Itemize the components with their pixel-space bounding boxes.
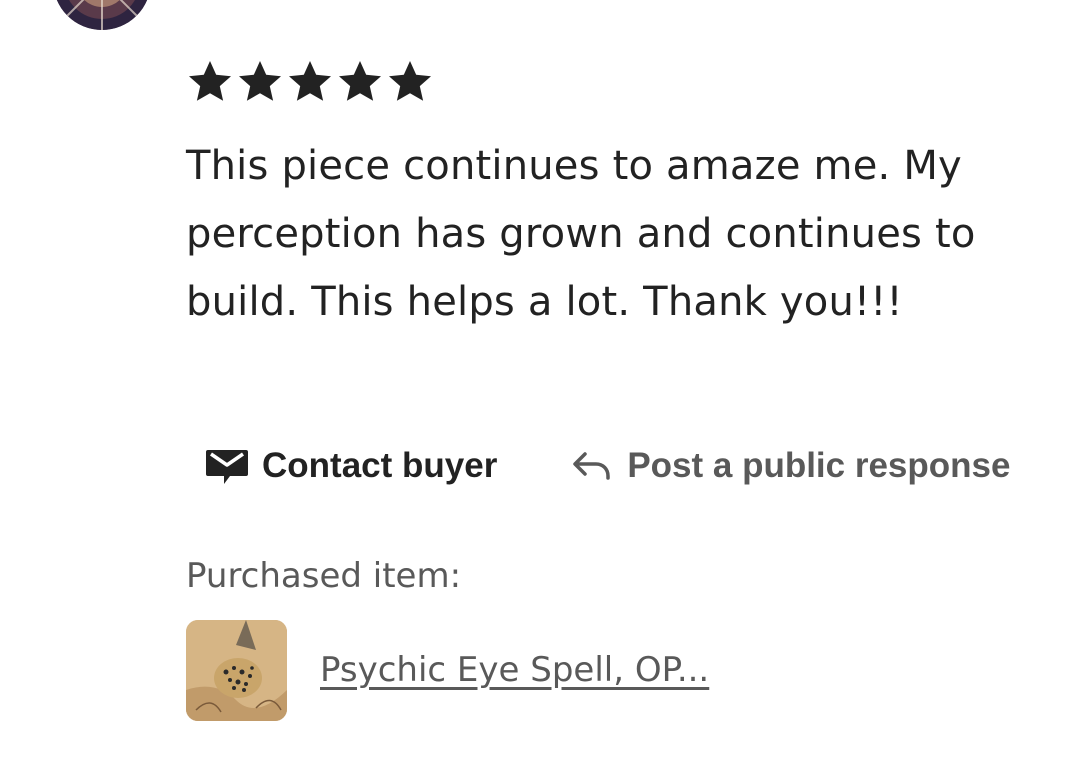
- contact-buyer-button[interactable]: Contact buyer: [206, 446, 497, 486]
- star-icon: [336, 58, 384, 106]
- avatar-pattern: [56, 0, 148, 30]
- post-public-response-button[interactable]: Post a public response: [571, 446, 1010, 486]
- item-image: [186, 620, 287, 721]
- star-icon: [236, 58, 284, 106]
- reply-arrow-icon: [571, 450, 613, 482]
- star-icon: [386, 58, 434, 106]
- post-public-response-label: Post a public response: [627, 446, 1011, 485]
- star-icon: [286, 58, 334, 106]
- purchased-item-label: Purchased item:: [186, 556, 462, 596]
- buyer-avatar[interactable]: [53, 0, 151, 30]
- review-text: This piece continues to amaze me. My per…: [186, 143, 976, 325]
- purchased-item-thumbnail[interactable]: [186, 620, 287, 721]
- contact-buyer-label: Contact buyer: [262, 446, 498, 485]
- review-actions: Contact buyer Post a public response: [206, 446, 1010, 486]
- star-icon: [186, 58, 234, 106]
- star-rating: [186, 58, 434, 106]
- envelope-icon: [206, 446, 248, 486]
- purchased-item-link[interactable]: Psychic Eye Spell, OP...: [320, 650, 709, 690]
